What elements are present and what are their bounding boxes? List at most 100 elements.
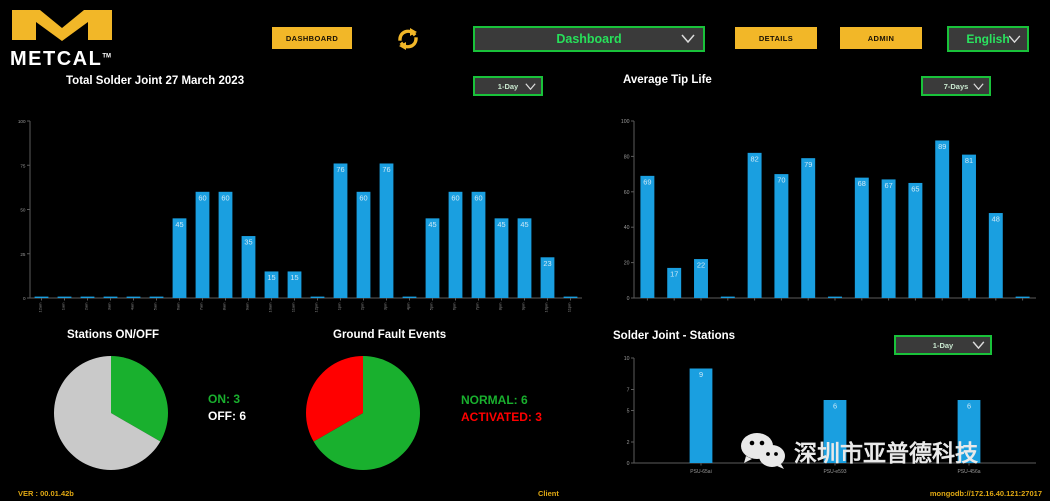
legend-normal: NORMAL: 6 [461, 393, 528, 407]
svg-text:12am: 12am [38, 302, 43, 313]
svg-text:22: 22 [697, 261, 705, 270]
footer-client: Client [538, 489, 559, 498]
page-title-solder-joint-stations: Solder Joint - Stations [613, 330, 736, 342]
svg-text:81: 81 [965, 156, 973, 165]
chart-canvas: 0 20 40 60 80 100 69 17 22 82 70 79 68 67 65 89 81 48 [621, 119, 1036, 302]
svg-text:100: 100 [621, 119, 630, 125]
brand-tm: TM [102, 53, 111, 60]
svg-text:12pm: 12pm [314, 302, 319, 313]
svg-text:7am: 7am [199, 302, 204, 310]
svg-text:45: 45 [520, 220, 528, 229]
svg-text:45: 45 [175, 220, 183, 229]
footer-database: mongodb://172.16.40.121:27017 [929, 489, 1042, 498]
page-title-stations-on-off: Stations ON/OFF [67, 329, 159, 341]
svg-text:PSU-456a: PSU-456a [957, 469, 980, 475]
svg-text:5am: 5am [153, 302, 158, 310]
svg-text:76: 76 [336, 165, 344, 174]
pie-canvas [306, 356, 420, 470]
refresh-icon [398, 28, 418, 50]
svg-text:69: 69 [643, 177, 651, 186]
svg-text:6pm: 6pm [452, 302, 457, 310]
svg-text:9am: 9am [245, 302, 250, 310]
language-select-value: English [966, 32, 1010, 46]
metcal-mark-icon [12, 10, 112, 41]
pie-ground-fault-events [305, 355, 421, 476]
svg-text:0: 0 [627, 461, 630, 467]
chevron-down-icon [1008, 30, 1021, 48]
svg-text:25: 25 [20, 252, 26, 257]
page-select-value: Dashboard [556, 32, 622, 46]
svg-text:2pm: 2pm [360, 302, 365, 310]
chevron-down-icon [681, 30, 695, 48]
brand-name: METCAL [10, 48, 103, 70]
language-select[interactable]: English [947, 26, 1029, 52]
svg-text:40: 40 [624, 225, 630, 231]
svg-text:100: 100 [18, 119, 26, 124]
svg-text:7: 7 [627, 388, 630, 394]
chevron-down-icon [973, 77, 984, 95]
svg-text:89: 89 [938, 142, 946, 151]
svg-text:2: 2 [627, 440, 630, 446]
pie-canvas [53, 356, 168, 470]
chart-canvas: 0 25 50 75 100 12am 1am 2am 3am 4am 5am 45 6am 60 7am 6… [18, 119, 582, 313]
chevron-down-icon [525, 77, 536, 95]
svg-text:6am: 6am [176, 302, 181, 310]
svg-text:82: 82 [750, 154, 758, 163]
metcal-logo: METCALTM [10, 8, 120, 69]
total-solder-joint-range-select[interactable]: 1-Day [473, 76, 543, 96]
footer-version: VER : 00.01.42b [18, 489, 74, 498]
chart-average-tip-life: 0 20 40 60 80 100 69 17 22 82 70 79 68 67 65 89 81 48 [612, 115, 1042, 320]
svg-text:17: 17 [670, 270, 678, 279]
details-button[interactable]: DETAILS [735, 27, 817, 49]
svg-text:48: 48 [992, 215, 1000, 224]
svg-text:60: 60 [221, 193, 229, 202]
page-select[interactable]: Dashboard [473, 26, 705, 52]
svg-text:7pm: 7pm [475, 302, 480, 310]
svg-text:9pm: 9pm [521, 302, 526, 310]
svg-text:0: 0 [627, 296, 630, 302]
svg-text:5pm: 5pm [429, 302, 434, 310]
range-select-value: 1-Day [932, 340, 954, 350]
average-tip-life-range-select[interactable]: 7-Days [921, 76, 991, 96]
svg-text:6: 6 [967, 402, 971, 411]
svg-text:79: 79 [804, 160, 812, 169]
svg-text:8am: 8am [222, 302, 227, 310]
page-title-ground-fault-events: Ground Fault Events [333, 329, 447, 341]
svg-text:80: 80 [624, 154, 630, 160]
svg-text:75: 75 [20, 163, 26, 168]
svg-text:11pm: 11pm [567, 302, 572, 312]
svg-text:68: 68 [858, 179, 866, 188]
svg-text:50: 50 [20, 208, 26, 213]
svg-text:9: 9 [699, 370, 703, 379]
svg-text:1am: 1am [61, 302, 66, 310]
svg-text:8pm: 8pm [498, 302, 503, 310]
legend-stations-on-off: ON: 3 OFF: 6 [208, 391, 246, 426]
svg-text:6: 6 [833, 402, 837, 411]
svg-text:2am: 2am [84, 302, 89, 310]
metcal-wordmark: METCALTM [10, 49, 120, 69]
svg-text:3pm: 3pm [383, 302, 388, 310]
admin-button[interactable]: ADMIN [840, 27, 922, 49]
svg-text:60: 60 [451, 193, 459, 202]
svg-text:4am: 4am [130, 302, 135, 310]
svg-text:1pm: 1pm [337, 302, 342, 310]
svg-text:10pm: 10pm [544, 302, 549, 313]
dashboard-button[interactable]: DASHBOARD [272, 27, 352, 49]
svg-text:3am: 3am [107, 302, 112, 310]
svg-text:60: 60 [624, 190, 630, 196]
svg-text:10: 10 [624, 356, 630, 362]
svg-text:0: 0 [23, 296, 26, 301]
pie-stations-on-off [53, 355, 169, 476]
legend-ground-fault-events: NORMAL: 6 ACTIVATED: 3 [461, 392, 542, 427]
svg-text:15: 15 [290, 273, 298, 282]
svg-text:4pm: 4pm [406, 302, 411, 310]
refresh-button[interactable] [393, 26, 423, 52]
legend-activated: ACTIVATED: 3 [461, 410, 542, 425]
chart-total-solder-joint: 0 25 50 75 100 12am 1am 2am 3am 4am 5am 45 6am 60 7am 6… [8, 115, 588, 320]
svg-text:60: 60 [474, 193, 482, 202]
chart-canvas: 0 2 5 7 10 9 PSU-65ai 6 PSU-e593 6 PSU-456a [624, 356, 1036, 475]
svg-text:65: 65 [911, 185, 919, 194]
svg-text:23: 23 [543, 259, 551, 268]
svg-text:76: 76 [382, 165, 390, 174]
svg-text:11am: 11am [291, 302, 296, 312]
